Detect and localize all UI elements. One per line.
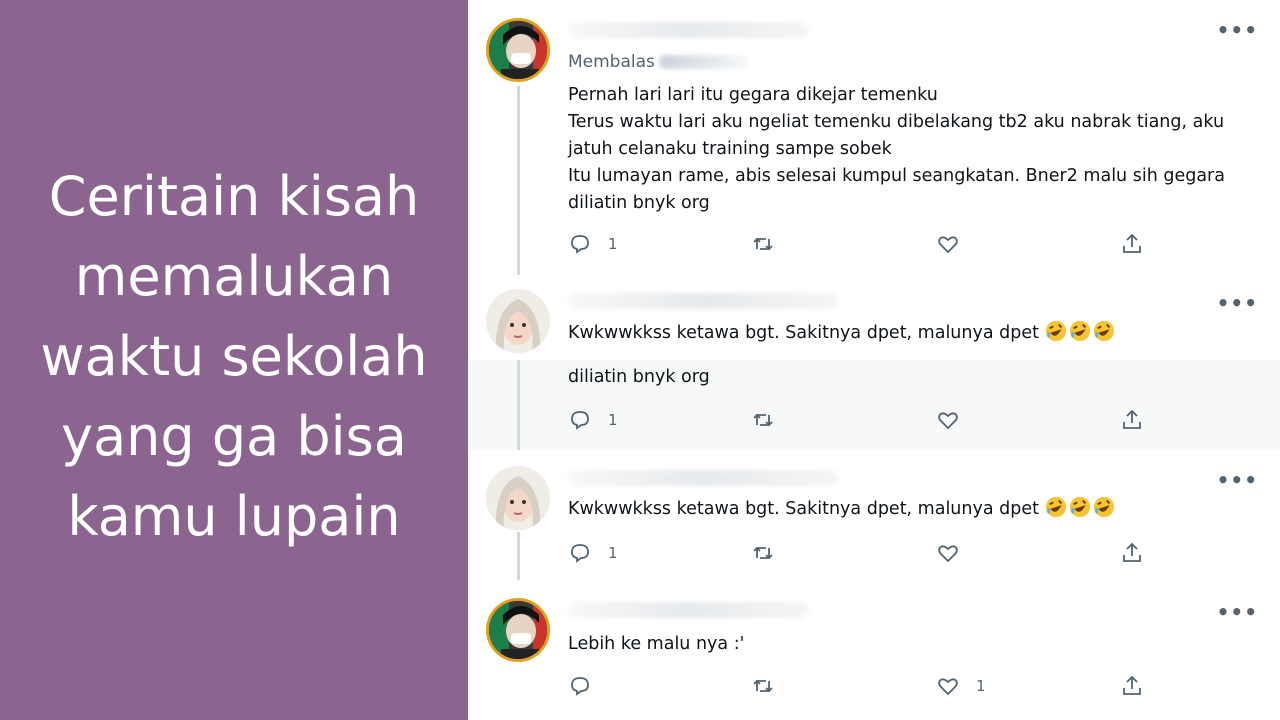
retweet-icon [753,546,773,560]
rofl-emoji-icon [1045,496,1066,518]
reply-button[interactable]: 1 [568,540,618,566]
share-button[interactable] [1120,673,1144,699]
redacted-username [568,470,838,486]
tweet-4: ••• Kwkwwkkss ketawa bgt. Sakitnya dpet,… [468,450,1280,580]
replying-to: Membalas [568,52,749,72]
reply-button[interactable] [568,673,592,699]
share-button[interactable] [1120,231,1144,257]
redacted-username [568,22,808,38]
like-button[interactable] [936,540,960,566]
avatar[interactable] [486,18,550,82]
tweet-thread-screenshot: Membalas ••• Pernah lari lari itu gegara… [468,0,1280,720]
like-icon [938,412,958,430]
avatar-image [489,601,547,659]
reply-count: 1 [608,235,618,253]
avatar[interactable] [486,289,550,353]
caption-line: yang ga bisa [61,405,407,468]
caption-line: Ceritain kisah [48,165,420,228]
reply-count: 1 [608,411,618,429]
share-icon [1123,675,1141,695]
reply-icon [571,411,589,430]
tweet-actions: 1 [568,407,1248,433]
tweet-line: Itu lumayan rame, abis selesai kumpul se… [568,166,1225,186]
tweet-body: Kwkwwkkss ketawa bgt. Sakitnya dpet, mal… [568,320,1248,347]
rofl-emoji-icon [1093,496,1114,518]
tweet-actions: 1 [568,540,1248,566]
retweet-button[interactable] [751,407,775,433]
more-icon[interactable]: ••• [1217,468,1258,492]
retweet-button[interactable] [751,231,775,257]
thread-connector [517,360,520,450]
tweet-body: Kwkwwkkss ketawa bgt. Sakitnya dpet, mal… [568,496,1248,523]
thread-connector [517,532,520,580]
retweet-icon [753,237,773,251]
tweet-1: Membalas ••• Pernah lari lari itu gegara… [468,0,1280,275]
tweet-text: Lebih ke malu nya :' [568,634,745,654]
rofl-emoji-icon [1093,320,1114,342]
more-icon[interactable]: ••• [1217,291,1258,315]
like-icon [938,545,958,563]
tweet-actions: 1 [568,673,1248,699]
retweet-icon [753,413,773,427]
tweet-line: Pernah lari lari itu gegara dikejar teme… [568,85,938,105]
like-button[interactable] [936,407,960,433]
redacted-handle [658,55,749,69]
retweet-button[interactable] [751,540,775,566]
reply-icon [571,544,589,563]
like-icon [938,678,958,696]
tweet-text: Kwkwwkkss ketawa bgt. Sakitnya dpet, mal… [568,499,1039,519]
tweet-5: ••• Lebih ke malu nya :' 1 [468,580,1280,720]
reply-count: 1 [608,544,618,562]
like-count: 1 [976,677,986,695]
like-icon [938,236,958,254]
tweet-3: diliatin bnyk org 1 [468,360,1280,450]
reply-button[interactable]: 1 [568,407,618,433]
tweet-line: jatuh celanaku training sampe sobek [568,139,892,159]
retweet-button[interactable] [751,673,775,699]
avatar[interactable] [486,466,550,530]
redacted-username [568,602,808,618]
more-icon[interactable]: ••• [1217,18,1258,42]
retweet-icon [753,679,773,693]
avatar[interactable] [486,598,550,662]
thread-connector [517,86,520,275]
like-button[interactable]: 1 [936,673,986,699]
share-icon [1123,542,1141,562]
replying-label: Membalas [568,52,655,72]
avatar-image [486,466,550,530]
more-icon[interactable]: ••• [1217,600,1258,624]
share-button[interactable] [1120,407,1144,433]
tweet-2: ••• Kwkwwkkss ketawa bgt. Sakitnya dpet,… [468,275,1280,360]
reply-icon [571,677,589,696]
avatar-image [489,21,547,79]
rofl-emoji-icon [1069,320,1090,342]
caption-line: waktu sekolah [40,325,428,388]
tweet-actions: 1 [568,231,1248,257]
tweet-text: Kwkwwkkss ketawa bgt. Sakitnya dpet, mal… [568,323,1039,343]
avatar-image [486,289,550,353]
laughing-emoji-group [1045,496,1117,519]
caption-line: memalukan [74,245,394,308]
tweet-body: diliatin bnyk org [568,364,1248,391]
rofl-emoji-icon [1069,496,1090,518]
caption-text: Ceritain kisah memalukan waktu sekolah y… [4,157,464,557]
like-button[interactable] [936,231,960,257]
share-button[interactable] [1120,540,1144,566]
tweet-line: diliatin bnyk org [568,193,710,213]
laughing-emoji-group [1045,320,1117,343]
tweet-line: Terus waktu lari aku ngeliat temenku dib… [568,112,1225,132]
tweet-body: Lebih ke malu nya :' [568,631,1248,658]
redacted-username [568,293,838,309]
rofl-emoji-icon [1045,320,1066,342]
left-caption-panel: Ceritain kisah memalukan waktu sekolah y… [0,0,468,720]
reply-button[interactable]: 1 [568,231,618,257]
reply-icon [571,235,589,254]
caption-line: kamu lupain [67,485,401,548]
share-icon [1123,233,1141,253]
tweet-line: diliatin bnyk org [568,367,710,387]
share-icon [1123,409,1141,429]
tweet-body: Pernah lari lari itu gegara dikejar teme… [568,82,1248,217]
